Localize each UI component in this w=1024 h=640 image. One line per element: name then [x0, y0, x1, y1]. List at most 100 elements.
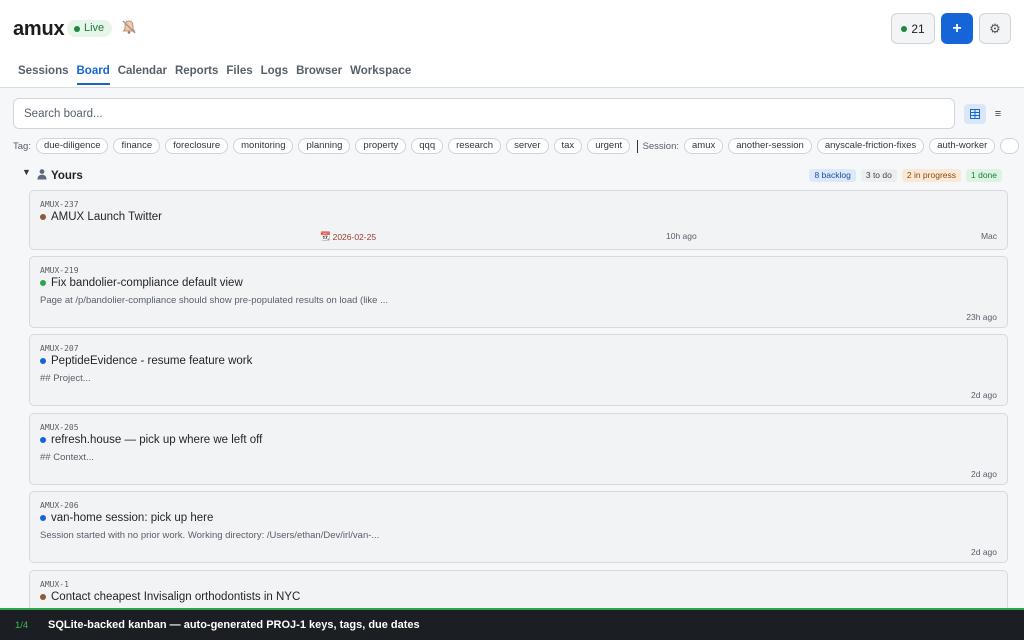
grid-icon [970, 109, 980, 119]
section-title-label: Yours [51, 169, 83, 182]
status-dot-icon [40, 594, 46, 600]
status-dot-icon [40, 358, 46, 364]
settings-button[interactable]: ⚙ [979, 13, 1011, 44]
card-key: AMUX-207 [40, 344, 79, 353]
filter-bar: Tag: due-diligence finance foreclosure m… [13, 138, 1024, 154]
status-dot-icon [40, 437, 46, 443]
card-title: AMUX Launch Twitter [40, 211, 162, 223]
card-title-text: Fix bandolier-compliance default view [51, 277, 243, 289]
tab-workspace[interactable]: Workspace [350, 64, 411, 85]
card-title-text: AMUX Launch Twitter [51, 211, 163, 223]
in-progress-count-badge[interactable]: 2 in progress [901, 169, 961, 182]
session-chip[interactable]: auth-worker [929, 138, 996, 154]
card-description: Session started with no prior work. Work… [40, 530, 380, 541]
card-owner: Mac [980, 231, 997, 241]
card-description: ## Project... [40, 373, 91, 384]
card-title: refresh.house — pick up where we left of… [40, 434, 262, 446]
card-key: AMUX-1 [40, 580, 69, 589]
card-description: ## Context... [40, 452, 94, 463]
nav-tabs: Sessions Board Calendar Reports Files Lo… [18, 64, 419, 85]
live-status-badge: Live [67, 20, 113, 37]
tab-logs[interactable]: Logs [261, 64, 288, 85]
status-dot-icon [40, 280, 46, 286]
list-view-toggle[interactable]: ≡ [991, 105, 1005, 123]
search-board-input[interactable]: Search board... [13, 98, 955, 129]
board-card[interactable]: AMUX-207 PeptideEvidence - resume featur… [29, 334, 1008, 406]
card-title: PeptideEvidence - resume feature work [40, 355, 252, 367]
card-key: AMUX-237 [40, 200, 79, 209]
active-sessions-count: 21 [911, 21, 925, 36]
card-title: van-home session: pick up here [40, 512, 213, 524]
done-count-badge[interactable]: 1 done [966, 169, 1002, 182]
grid-view-toggle[interactable] [964, 104, 986, 124]
tab-sessions[interactable]: Sessions [18, 64, 69, 85]
session-chip-overflow[interactable] [1000, 138, 1019, 154]
tab-calendar[interactable]: Calendar [118, 64, 167, 85]
status-dot-icon [40, 515, 46, 521]
collapse-caret-icon[interactable]: ▼ [22, 167, 31, 177]
session-filter-label: Session: [642, 140, 679, 152]
app-brand[interactable]: amux [13, 18, 65, 41]
status-dot-icon [40, 214, 46, 220]
tag-chip[interactable]: property [355, 138, 407, 154]
board-card[interactable]: AMUX-206 van-home session: pick up here … [29, 491, 1008, 563]
live-dot-icon [74, 25, 80, 32]
tag-chip[interactable]: urgent [587, 138, 631, 154]
tag-chip[interactable]: qqq [411, 138, 444, 154]
board-card[interactable]: AMUX-219 Fix bandolier-compliance defaul… [29, 256, 1008, 328]
tour-step-indicator[interactable]: 1/4 [15, 620, 48, 631]
tag-chip[interactable]: planning [298, 138, 351, 154]
card-updated-time: 2d ago [971, 390, 997, 400]
tour-banner-text: SQLite-backed kanban — auto-generated PR… [48, 619, 420, 631]
card-title-text: refresh.house — pick up where we left of… [51, 434, 263, 446]
tag-chip[interactable]: research [448, 138, 502, 154]
board-card[interactable]: AMUX-205 refresh.house — pick up where w… [29, 413, 1008, 485]
card-due-date: 📆 2026-02-25 [320, 231, 376, 242]
card-updated-time: 2d ago [971, 547, 997, 557]
todo-count-badge[interactable]: 3 to do [860, 169, 897, 182]
card-description: Page at /p/bandolier-compliance should s… [40, 295, 389, 306]
active-dot-icon [901, 25, 908, 32]
status-counts: 8 backlog 3 to do 2 in progress 1 done [809, 169, 1002, 182]
card-updated-time: 23h ago [966, 312, 997, 322]
tag-filter-label: Tag: [13, 140, 31, 152]
tag-chip[interactable]: foreclosure [165, 138, 229, 154]
yours-section-header[interactable]: ▼ Yours 8 backlog 3 to do 2 in progress … [22, 167, 1002, 183]
card-key: AMUX-205 [40, 423, 79, 432]
add-button[interactable]: + [941, 13, 973, 44]
card-title-text: van-home session: pick up here [51, 512, 214, 524]
gear-icon: ⚙ [989, 20, 1001, 36]
tab-files[interactable]: Files [226, 64, 252, 85]
list-icon: ≡ [994, 108, 1002, 120]
card-title-text: Contact cheapest Invisalign orthodontist… [51, 591, 301, 603]
person-icon [36, 168, 48, 183]
calendar-icon: 📆 [320, 231, 331, 241]
section-title: Yours [36, 168, 83, 183]
board-card[interactable]: AMUX-237 AMUX Launch Twitter 📆 2026-02-2… [29, 190, 1008, 250]
session-chip[interactable]: another-session [728, 138, 812, 154]
tab-browser[interactable]: Browser [296, 64, 342, 85]
card-title: Contact cheapest Invisalign orthodontist… [40, 591, 300, 603]
card-title: Fix bandolier-compliance default view [40, 277, 243, 289]
session-chip[interactable]: amux [684, 138, 724, 154]
tag-chip[interactable]: server [506, 138, 549, 154]
muted-bell-icon[interactable] [120, 18, 138, 36]
tab-board[interactable]: Board [76, 64, 110, 85]
tag-chip[interactable]: finance [113, 138, 161, 154]
tour-banner: 1/4 SQLite-backed kanban — auto-generate… [0, 608, 1024, 640]
tag-chip[interactable]: due-diligence [35, 138, 109, 154]
backlog-count-badge[interactable]: 8 backlog [809, 169, 856, 182]
tag-chip[interactable]: monitoring [233, 138, 294, 154]
card-key: AMUX-206 [40, 501, 79, 510]
card-key: AMUX-219 [40, 266, 79, 275]
tag-chip[interactable]: tax [553, 138, 583, 154]
active-sessions-button[interactable]: 21 [891, 13, 935, 44]
session-chip[interactable]: anyscale-friction-fixes [816, 138, 925, 154]
card-updated-time: 10h ago [666, 231, 697, 241]
live-label: Live [84, 22, 105, 34]
card-updated-time: 2d ago [971, 469, 997, 479]
tab-reports[interactable]: Reports [175, 64, 218, 85]
card-title-text: PeptideEvidence - resume feature work [51, 355, 253, 367]
card-due-text: 2026-02-25 [332, 231, 377, 242]
top-header: amux Live 21 + ⚙ Sessions Board Calendar… [0, 0, 1024, 88]
